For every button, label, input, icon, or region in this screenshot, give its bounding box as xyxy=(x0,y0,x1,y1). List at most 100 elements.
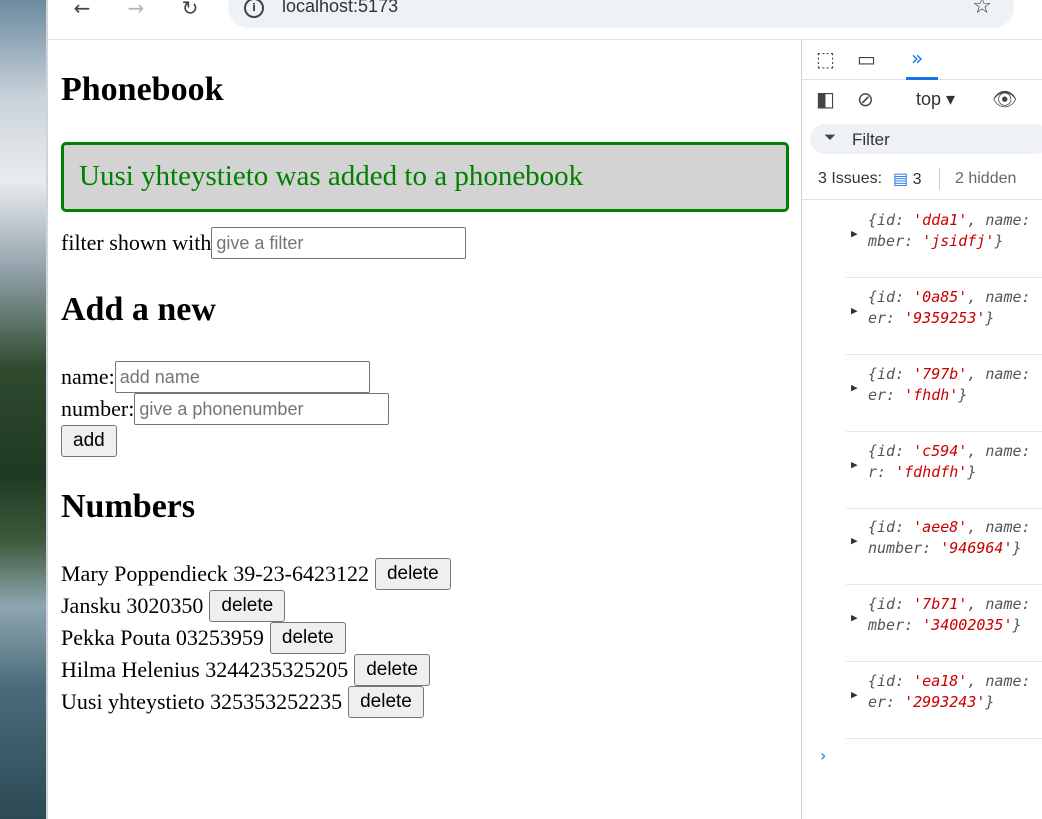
page-title: Phonebook xyxy=(61,71,224,108)
context-selector[interactable]: top ▾ xyxy=(916,89,955,110)
log-line-2: er: 'fhdh'} xyxy=(868,385,967,406)
hidden-issues[interactable]: 2 hidden xyxy=(955,170,1016,188)
expand-triangle-icon[interactable]: ▶ xyxy=(851,223,858,244)
device-toolbar-icon[interactable]: ▭ xyxy=(857,49,876,69)
expand-triangle-icon[interactable]: ▶ xyxy=(851,377,858,398)
log-key: er: xyxy=(868,386,896,404)
live-expression-eye-icon[interactable]: 👁 xyxy=(992,89,1017,109)
console-log-entry[interactable]: ▶ {id: 'ea18', name: er: '2993243'} xyxy=(846,662,1042,739)
delete-button[interactable]: delete xyxy=(374,558,451,590)
inspect-element-icon[interactable]: ⬚ xyxy=(816,49,835,69)
log-line-2: er: '2993243'} xyxy=(868,692,994,713)
log-prefix: {id: xyxy=(868,288,914,306)
log-value: 'jsidfj' xyxy=(922,232,995,250)
bookmark-star-icon[interactable]: ☆ xyxy=(972,0,992,19)
log-line-1: {id: 'ea18', name: xyxy=(868,671,1031,692)
issues-count: 3 xyxy=(912,171,922,188)
person-row: Mary Poppendieck 39-23-6423122 delete xyxy=(61,558,451,590)
delete-button[interactable]: delete xyxy=(348,686,424,718)
person-row: Hilma Helenius 3244235325205 delete xyxy=(61,654,430,686)
add-row: add xyxy=(61,425,117,457)
expand-triangle-icon[interactable]: ▶ xyxy=(851,607,858,628)
site-info-icon[interactable]: i xyxy=(244,0,264,18)
delete-button[interactable]: delete xyxy=(209,590,286,622)
log-suffix: } xyxy=(985,693,995,711)
console-log-entry[interactable]: ▶ {id: '7b71', name: mber: '34002035'} xyxy=(846,585,1042,662)
log-suffix: } xyxy=(958,386,968,404)
log-value: '946964' xyxy=(940,539,1013,557)
message-icon: ▤ xyxy=(893,171,909,188)
delete-button[interactable]: delete xyxy=(354,654,430,686)
filter-placeholder: Filter xyxy=(852,130,890,149)
log-prefix: {id: xyxy=(868,365,914,383)
address-url[interactable]: localhost:5173 xyxy=(282,0,398,17)
forward-arrow-icon[interactable]: → xyxy=(124,0,148,18)
log-name-key: , name: xyxy=(967,672,1031,690)
expand-triangle-icon[interactable]: ▶ xyxy=(851,454,858,475)
add-button[interactable]: add xyxy=(61,425,117,457)
console-log-entry[interactable]: ▶ {id: '797b', name: er: 'fhdh'} xyxy=(846,355,1042,432)
log-id: '0a85' xyxy=(913,288,968,306)
person-row: Pekka Pouta 03253959 delete xyxy=(61,622,346,654)
log-prefix: {id: xyxy=(868,442,914,460)
person-entry: Jansku 3020350 xyxy=(61,593,204,618)
log-name-key: , name: xyxy=(967,442,1031,460)
log-key: mber: xyxy=(868,616,914,634)
filter-input[interactable] xyxy=(211,227,467,259)
log-value: '9359253' xyxy=(904,309,986,327)
expand-triangle-icon[interactable]: ▶ xyxy=(851,684,858,705)
log-suffix: } xyxy=(994,232,1004,250)
sidebar-toggle-icon[interactable]: ◧ xyxy=(816,89,835,109)
person-entry: Uusi yhteystieto 325353252235 xyxy=(61,689,343,714)
number-label: number: xyxy=(61,396,135,421)
name-row: name: xyxy=(61,361,370,393)
log-key: er: xyxy=(868,309,896,327)
devtools-tabbar: ⬚ ▭ » xyxy=(802,40,1042,80)
console-filter[interactable]: ⏷ Filter xyxy=(810,124,1042,154)
console-toolbar: ◧ ⊘ top ▾ 👁 xyxy=(802,80,1042,120)
log-id: 'aee8' xyxy=(913,518,968,536)
log-line-1: {id: 'dda1', name: xyxy=(868,210,1031,231)
name-input[interactable] xyxy=(114,361,370,393)
log-name-key: , name: xyxy=(967,365,1031,383)
filter-row: filter shown with xyxy=(61,227,467,259)
console-prompt-icon[interactable]: › xyxy=(820,746,826,765)
log-value: 'fdhdfh' xyxy=(895,463,968,481)
log-id: 'c594' xyxy=(913,442,968,460)
expand-triangle-icon[interactable]: ▶ xyxy=(851,300,858,321)
console-log-entry[interactable]: ▶ {id: '0a85', name: er: '9359253'} xyxy=(846,278,1042,355)
browser-toolbar: ← → ↻ i localhost:5173 ☆ xyxy=(48,0,1042,40)
person-row: Jansku 3020350 delete xyxy=(61,590,286,622)
issues-badge[interactable]: ▤ 3 xyxy=(893,169,921,189)
log-name-key: , name: xyxy=(967,211,1031,229)
console-log-entry[interactable]: ▶ {id: 'dda1', name: mber: 'jsidfj'} xyxy=(846,201,1042,278)
log-name-key: , name: xyxy=(967,595,1031,613)
number-input[interactable] xyxy=(134,393,390,425)
log-suffix: } xyxy=(1012,539,1022,557)
desktop-wallpaper xyxy=(0,0,48,819)
log-key: mber: xyxy=(868,232,914,250)
clear-console-icon[interactable]: ⊘ xyxy=(857,89,874,109)
person-entry: Hilma Helenius 3244235325205 xyxy=(61,657,349,682)
address-bar[interactable]: i localhost:5173 ☆ xyxy=(228,0,1014,28)
numbers-heading: Numbers xyxy=(61,488,196,525)
log-prefix: {id: xyxy=(868,672,914,690)
back-arrow-icon[interactable]: ← xyxy=(70,0,94,18)
log-key: number: xyxy=(868,539,932,557)
person-entry: Pekka Pouta 03253959 xyxy=(61,625,264,650)
log-prefix: {id: xyxy=(868,211,914,229)
reload-icon[interactable]: ↻ xyxy=(178,0,202,18)
person-entry: Mary Poppendieck 39-23-6423122 xyxy=(61,561,369,586)
console-log-entry[interactable]: ▶ {id: 'aee8', name: number: '946964'} xyxy=(846,508,1042,585)
delete-button[interactable]: delete xyxy=(269,622,346,654)
console-log-entry[interactable]: ▶ {id: 'c594', name: r: 'fdhdfh'} xyxy=(846,432,1042,509)
issues-bar: 3 Issues: ▤ 3 2 hidden xyxy=(802,160,1042,200)
expand-triangle-icon[interactable]: ▶ xyxy=(851,530,858,551)
log-prefix: {id: xyxy=(868,518,914,536)
person-row: Uusi yhteystieto 325353252235 delete xyxy=(61,686,424,718)
log-suffix: } xyxy=(985,309,995,327)
more-tabs-icon[interactable]: » xyxy=(911,48,923,68)
log-line-2: number: '946964'} xyxy=(868,538,1022,559)
log-suffix: } xyxy=(967,463,977,481)
phonebook-page: Phonebook Uusi yhteystieto was added to … xyxy=(48,40,801,819)
